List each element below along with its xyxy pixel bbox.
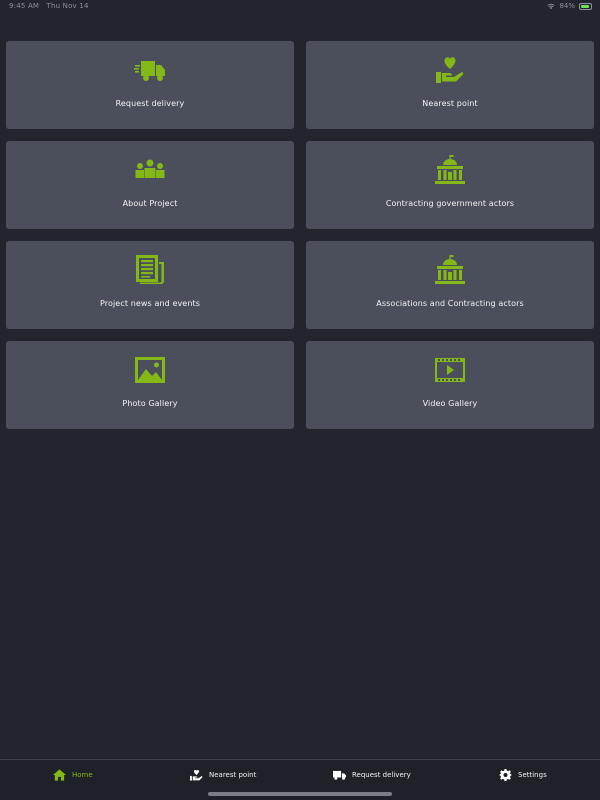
tab-label: Home bbox=[72, 771, 93, 779]
tile-video-gallery[interactable]: Video Gallery bbox=[306, 341, 594, 429]
tab-nearest-point[interactable]: Nearest point bbox=[190, 768, 256, 782]
tab-settings[interactable]: Settings bbox=[499, 768, 547, 782]
gear-icon bbox=[499, 769, 512, 781]
image-icon bbox=[134, 355, 166, 385]
tile-label: Associations and Contracting actors bbox=[376, 299, 524, 308]
tile-request-delivery[interactable]: Request delivery bbox=[6, 41, 294, 129]
battery-icon bbox=[579, 2, 592, 10]
tab-label: Settings bbox=[518, 771, 547, 779]
status-bar: 9:45 AM Thu Nov 14 84% bbox=[0, 0, 600, 14]
tile-label: Request delivery bbox=[115, 99, 185, 108]
home-indicator bbox=[208, 792, 392, 796]
tile-associations-and-contracting-actors[interactable]: Associations and Contracting actors bbox=[306, 241, 594, 329]
people-group-icon bbox=[134, 155, 166, 185]
delivery-truck-icon bbox=[134, 55, 166, 85]
tile-label: Contracting government actors bbox=[385, 199, 515, 208]
status-time: 9:45 AM bbox=[9, 2, 40, 10]
menu-grid: Request delivery Nearest point About Pro… bbox=[6, 41, 594, 429]
government-building-icon bbox=[434, 255, 466, 285]
tab-label: Request delivery bbox=[352, 771, 411, 779]
tab-home[interactable]: Home bbox=[53, 768, 93, 782]
home-icon bbox=[53, 769, 66, 781]
delivery-truck-icon bbox=[333, 770, 346, 780]
video-icon bbox=[434, 355, 466, 385]
tab-request-delivery[interactable]: Request delivery bbox=[333, 768, 411, 782]
status-indicators: 84% bbox=[547, 2, 592, 10]
tile-label: Photo Gallery bbox=[122, 399, 178, 408]
newspaper-icon bbox=[134, 255, 166, 285]
tile-photo-gallery[interactable]: Photo Gallery bbox=[6, 341, 294, 429]
tile-nearest-point[interactable]: Nearest point bbox=[306, 41, 594, 129]
government-building-icon bbox=[434, 155, 466, 185]
status-date: Thu Nov 14 bbox=[46, 2, 89, 10]
tile-project-news-and-events[interactable]: Project news and events bbox=[6, 241, 294, 329]
battery-percent: 84% bbox=[559, 2, 575, 10]
tile-contracting-government-actors[interactable]: Contracting government actors bbox=[306, 141, 594, 229]
tile-label: Project news and events bbox=[99, 299, 200, 308]
heart-hand-icon bbox=[190, 770, 203, 781]
tile-label: About Project bbox=[122, 199, 178, 208]
tile-about-project[interactable]: About Project bbox=[6, 141, 294, 229]
tile-label: Video Gallery bbox=[422, 399, 478, 408]
wifi-icon bbox=[547, 3, 556, 9]
status-time-date: 9:45 AM Thu Nov 14 bbox=[9, 2, 89, 10]
tab-label: Nearest point bbox=[209, 771, 257, 779]
heart-hand-icon bbox=[434, 55, 466, 85]
tile-label: Nearest point bbox=[422, 99, 478, 108]
